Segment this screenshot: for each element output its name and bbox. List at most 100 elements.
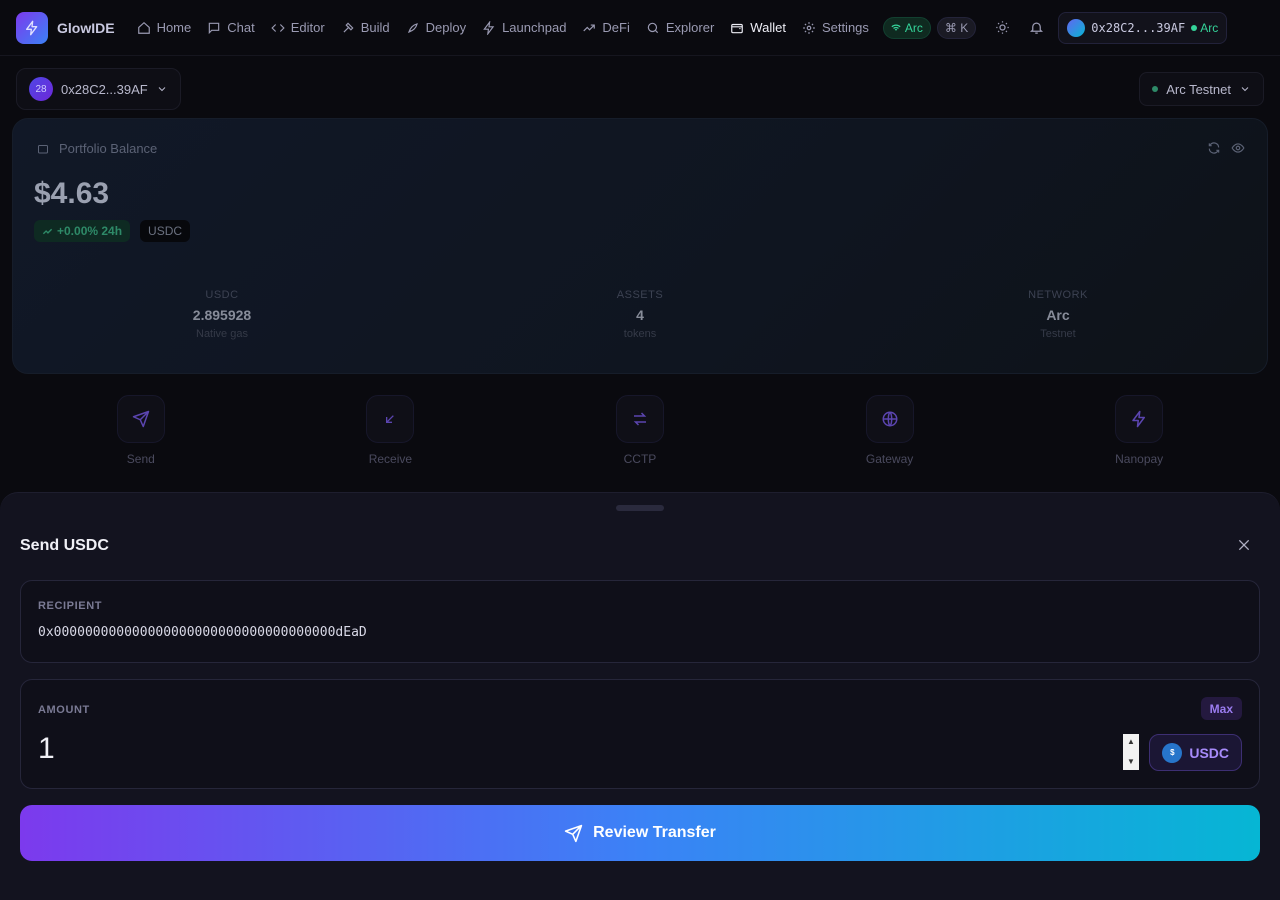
stat-assets: ASSETS 4 tokens xyxy=(431,289,849,340)
nav-editor-label: Editor xyxy=(290,20,325,35)
account-address: 0x28C2...39AF xyxy=(61,81,148,97)
notifications-button[interactable] xyxy=(1020,12,1052,44)
account-selector[interactable]: 28 0x28C2...39AF xyxy=(16,68,181,110)
send-sheet: Send USDC RECIPIENT AMOUNT Max ▲ ▼ $ USD… xyxy=(0,492,1280,900)
close-button[interactable] xyxy=(1234,535,1254,555)
recipient-label: RECIPIENT xyxy=(38,600,103,612)
nav-editor[interactable]: Editor xyxy=(263,12,333,44)
action-cctp-button[interactable] xyxy=(615,395,664,443)
gear-icon xyxy=(803,21,815,34)
recipient-field: RECIPIENT xyxy=(20,580,1260,663)
portfolio-balance: $4.63 xyxy=(34,177,110,210)
search-icon xyxy=(647,22,658,33)
home-icon xyxy=(137,21,150,34)
action-gateway-button[interactable] xyxy=(865,395,914,443)
wallet-chip[interactable]: 0x28C2...39AF Arc xyxy=(1058,11,1228,44)
token-selector-button[interactable]: $ USDC xyxy=(1149,734,1242,771)
wallet-chip-network-label: Arc xyxy=(1200,20,1219,35)
stat-value: 4 xyxy=(636,307,644,323)
eye-icon[interactable] xyxy=(1231,141,1245,155)
nav-settings-label: Settings xyxy=(821,20,869,35)
chat-icon xyxy=(209,22,220,34)
change-badge-label: +0.00% 24h xyxy=(57,224,123,238)
stat-sub: Testnet xyxy=(1040,328,1076,340)
bell-icon xyxy=(1029,22,1043,34)
action-label: Receive xyxy=(368,452,413,466)
shortcut-label: ⌘ K xyxy=(944,20,969,35)
stat-value: Arc xyxy=(1046,307,1070,323)
network-status-pill[interactable]: Arc xyxy=(882,16,931,39)
stat-sub: Native gas xyxy=(196,328,248,340)
portfolio-card: Portfolio Balance $4.63 +0.00% 24h USDC … xyxy=(12,118,1268,374)
wifi-icon xyxy=(891,24,901,31)
portfolio-tags: +0.00% 24h USDC xyxy=(34,220,191,242)
sheet-title: Send USDC xyxy=(20,537,109,554)
nav-wallet[interactable]: Wallet xyxy=(722,12,794,44)
nav-defi-label: DeFi xyxy=(602,20,630,35)
portfolio-header-actions xyxy=(1207,141,1245,155)
account-row: 28 0x28C2...39AF Arc Testnet xyxy=(16,68,1264,110)
stat-sub: tokens xyxy=(623,328,657,340)
stepper-up-icon[interactable]: ▲ xyxy=(1127,737,1135,747)
send-icon xyxy=(132,410,150,428)
nav-deploy[interactable]: Deploy xyxy=(398,12,474,44)
action-receive-button[interactable] xyxy=(366,395,415,443)
review-transfer-button[interactable]: Review Transfer xyxy=(20,805,1260,861)
account-avatar: 28 xyxy=(29,77,53,101)
status-dot-icon xyxy=(1191,24,1198,31)
stat-label: USDC xyxy=(205,289,239,301)
wallet-icon xyxy=(38,144,48,153)
amount-input[interactable] xyxy=(38,732,1038,766)
bolt-logo-icon xyxy=(16,11,48,44)
brand[interactable]: GlowIDE xyxy=(16,11,115,44)
stepper-down-icon[interactable]: ▼ xyxy=(1127,757,1135,767)
amount-label: AMOUNT xyxy=(38,704,90,716)
bolt-icon xyxy=(483,20,495,35)
wallet-avatar xyxy=(1067,18,1086,37)
nav-build-label: Build xyxy=(360,20,390,35)
review-transfer-label: Review Transfer xyxy=(593,824,716,841)
network-selector-label: Arc Testnet xyxy=(1166,81,1231,97)
usdc-coin-icon: $ xyxy=(1162,742,1183,763)
nav-chat[interactable]: Chat xyxy=(199,12,262,44)
nav-launchpad[interactable]: Launchpad xyxy=(474,12,574,44)
globe-icon xyxy=(882,411,898,427)
action-send[interactable]: Send xyxy=(91,395,191,466)
amount-field: AMOUNT Max ▲ ▼ $ USDC xyxy=(20,679,1260,789)
action-send-button[interactable] xyxy=(116,395,165,443)
network-selector[interactable]: Arc Testnet xyxy=(1139,72,1264,106)
trend-icon xyxy=(583,24,596,31)
sun-icon xyxy=(996,21,1009,34)
nav-defi[interactable]: DeFi xyxy=(574,12,637,44)
nav-home[interactable]: Home xyxy=(129,12,200,44)
wallet-chip-network: Arc xyxy=(1191,21,1218,35)
sheet-drag-handle[interactable] xyxy=(616,505,664,511)
send-icon xyxy=(564,824,583,842)
code-icon xyxy=(271,23,285,32)
portfolio-stats: USDC 2.895928 Native gas ASSETS 4 tokens… xyxy=(13,289,1267,340)
max-button[interactable]: Max xyxy=(1200,697,1242,720)
currency-badge: USDC xyxy=(140,220,191,242)
stat-value: 2.895928 xyxy=(192,307,252,323)
nav-settings[interactable]: Settings xyxy=(794,12,877,44)
action-label: Send xyxy=(126,452,155,466)
chevron-down-icon xyxy=(1241,87,1249,92)
refresh-icon[interactable] xyxy=(1207,141,1221,155)
theme-toggle-button[interactable] xyxy=(986,12,1018,44)
nav-explorer[interactable]: Explorer xyxy=(638,12,722,44)
network-dot-icon xyxy=(1152,86,1159,92)
command-palette-shortcut[interactable]: ⌘ K xyxy=(936,16,977,39)
action-nanopay[interactable]: Nanopay xyxy=(1089,395,1189,466)
amount-stepper[interactable]: ▲ ▼ xyxy=(1123,734,1139,770)
action-cctp[interactable]: CCTP xyxy=(590,395,690,466)
recipient-input[interactable] xyxy=(38,625,1238,640)
hammer-icon xyxy=(343,22,354,32)
nav-chat-label: Chat xyxy=(227,20,255,35)
top-nav: GlowIDE Home Chat Editor Build Deploy La… xyxy=(0,0,1280,56)
nav-explorer-label: Explorer xyxy=(665,20,715,35)
action-nanopay-button[interactable] xyxy=(1115,395,1164,443)
nav-build[interactable]: Build xyxy=(333,12,398,44)
action-receive[interactable]: Receive xyxy=(340,395,440,466)
network-status-label: Arc xyxy=(904,20,923,35)
action-gateway[interactable]: Gateway xyxy=(840,395,940,466)
